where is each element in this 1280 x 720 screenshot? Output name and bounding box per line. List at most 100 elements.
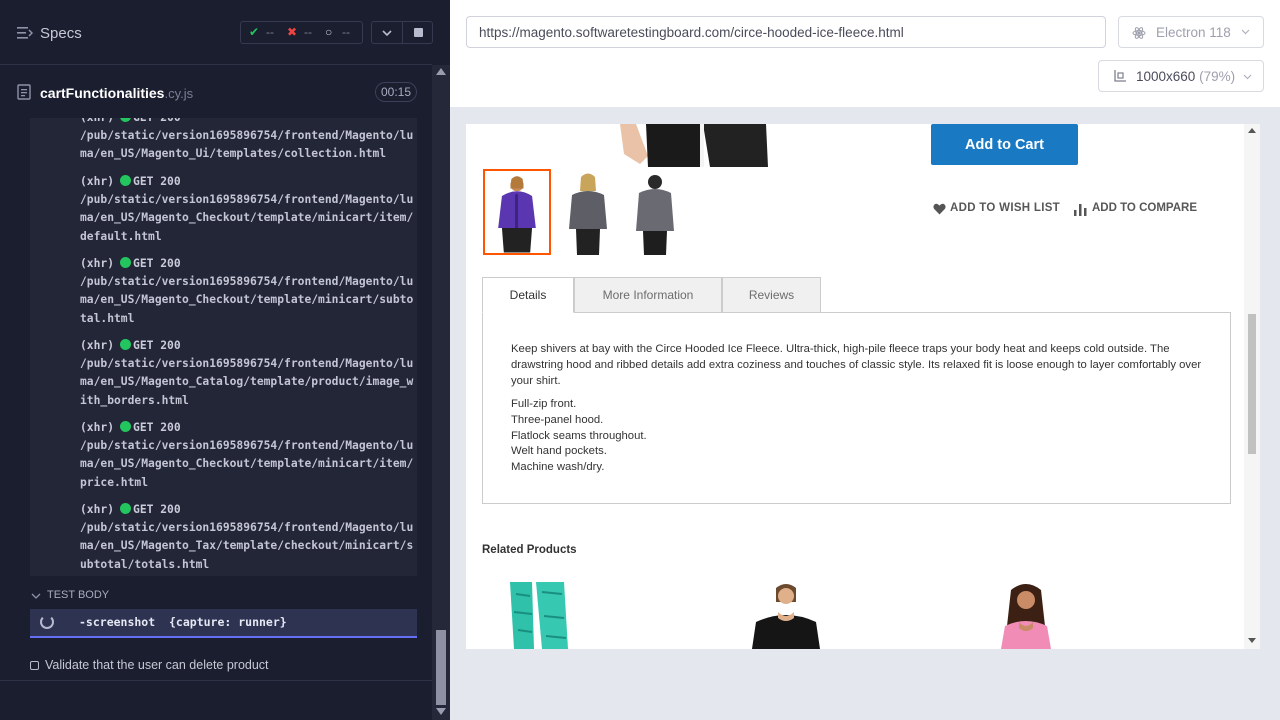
spec-file-row: cartFunctionalities.cy.js 00:15 [0, 66, 432, 118]
tab-reviews[interactable]: Reviews [722, 277, 821, 313]
add-to-cart-button[interactable]: Add to Cart [931, 124, 1078, 165]
feature-item: Three-panel hood. [511, 413, 604, 426]
tab-details[interactable]: Details [482, 277, 574, 313]
viewport-selector[interactable]: 1000x660 (79%) [1098, 60, 1264, 92]
aut-header: https://magento.softwaretestingboard.com… [450, 0, 1280, 107]
scroll-up-icon[interactable] [1248, 128, 1256, 133]
related-product-image[interactable] [506, 582, 576, 649]
log-entry-type: (xhr) [80, 421, 115, 434]
test-stats: ✔ -- ✖ -- ○ -- [240, 21, 363, 44]
log-entry[interactable]: (xhr) GET 200 /pub/static/version16958967… [80, 501, 415, 574]
file-icon [17, 84, 31, 100]
log-entry-method: GET 200 [133, 503, 181, 516]
spinner-icon [40, 615, 54, 629]
electron-icon [1132, 27, 1146, 39]
scroll-down-icon[interactable] [436, 708, 446, 715]
compare-label: ADD TO COMPARE [1092, 202, 1197, 214]
aut-panel: https://magento.softwaretestingboard.com… [450, 0, 1280, 720]
details-tab-panel: Keep shivers at bay with the Circe Hoode… [482, 312, 1231, 504]
pending-count: -- [342, 25, 350, 39]
log-entry-partial[interactable]: (xhr) GET 200 /pub/static/version16958967… [80, 118, 415, 164]
viewport-size: 1000x660 [1136, 69, 1196, 84]
spinner-icon: ○ [325, 25, 333, 39]
status-dot-icon [120, 257, 132, 268]
runner-scrollbar[interactable] [432, 65, 450, 720]
log-entry-path: /pub/static/version1695896754/frontend/M… [80, 275, 414, 325]
related-product-image[interactable] [746, 582, 826, 649]
log-entry-method: GET 200 [133, 257, 181, 270]
scroll-down-icon[interactable] [1248, 638, 1256, 643]
divider [402, 22, 403, 43]
log-entry-type: (xhr) [80, 118, 114, 124]
status-dot-icon [120, 503, 132, 514]
pending-test-icon [30, 661, 39, 670]
spec-file-basename: cartFunctionalities [40, 85, 165, 101]
log-entry-type: (xhr) [80, 339, 115, 352]
log-entry-path: /pub/static/version1695896754/frontend/M… [80, 357, 414, 407]
test-body-label: TEST BODY [47, 589, 110, 601]
feature-item: Flatlock seams throughout. [511, 429, 647, 442]
stop-icon[interactable] [414, 28, 423, 37]
log-entry-path: /pub/static/version1695896754/frontend/M… [80, 193, 414, 243]
check-icon: ✔ [249, 25, 260, 39]
feature-item: Full-zip front. [511, 398, 577, 410]
log-entry-method: GET 200 [133, 118, 181, 124]
product-thumbnail[interactable] [621, 169, 689, 255]
app-under-test-frame[interactable]: Add to Cart ADD TO WISH LIST ADD TO COMP… [466, 124, 1260, 649]
log-entry[interactable]: (xhr) GET 200 /pub/static/version16958967… [80, 173, 415, 246]
log-entry-method: GET 200 [133, 421, 181, 434]
divider [0, 680, 432, 681]
url-bar[interactable]: https://magento.softwaretestingboard.com… [466, 16, 1106, 48]
browser-selector[interactable]: Electron 118 [1118, 16, 1264, 48]
log-entry[interactable]: (xhr) GET 200 /pub/static/version16958967… [80, 337, 415, 410]
product-thumbnail[interactable] [483, 169, 551, 255]
scrollbar-thumb[interactable] [436, 630, 446, 705]
run-controls [371, 21, 433, 44]
specs-title[interactable]: Specs [40, 25, 82, 42]
running-command[interactable]: -screenshot {capture: runner} [30, 609, 417, 638]
test-body-toggle[interactable]: TEST BODY [30, 586, 417, 606]
chevron-down-icon [1243, 74, 1252, 80]
product-description: Keep shivers at bay with the Circe Hoode… [511, 343, 1202, 387]
scroll-up-icon[interactable] [436, 68, 446, 75]
command-log[interactable]: (xhr) GET 200 /pub/static/version16958967… [30, 118, 417, 576]
log-entry-path: /pub/static/version1695896754/frontend/M… [80, 439, 414, 489]
compare-icon [1074, 204, 1087, 216]
spec-file-name: cartFunctionalities.cy.js [40, 85, 193, 101]
chevron-down-icon [1241, 29, 1250, 35]
command-text: -screenshot {capture: runner} [79, 615, 287, 629]
status-dot-icon [120, 339, 132, 350]
x-icon: ✖ [287, 25, 298, 39]
status-dot-icon [120, 421, 132, 432]
scrollbar-thumb[interactable] [1248, 314, 1256, 454]
related-product-picture [746, 582, 826, 649]
product-main-image[interactable] [618, 124, 768, 167]
feature-item: Welt hand pockets. [511, 445, 607, 458]
spec-file-ext: .cy.js [164, 86, 194, 101]
page-scrollbar[interactable] [1244, 124, 1260, 649]
run-timer: 00:15 [375, 82, 417, 102]
log-entry[interactable]: (xhr) GET 200 /pub/static/version16958967… [80, 255, 415, 328]
product-thumbnail[interactable] [554, 169, 622, 255]
tab-more-information[interactable]: More Information [574, 277, 722, 313]
browser-label: Electron 118 [1156, 25, 1231, 40]
log-entry-method: GET 200 [133, 175, 181, 188]
log-entry-type: (xhr) [80, 503, 115, 516]
viewport-icon [1114, 70, 1126, 82]
product-thumbnail-image [485, 171, 549, 253]
related-products-title: Related Products [482, 544, 577, 556]
log-entry-path: /pub/static/version1695896754/frontend/M… [80, 521, 414, 571]
status-dot-icon [120, 118, 132, 122]
log-entry-type: (xhr) [80, 175, 115, 188]
chevron-down-icon[interactable] [381, 27, 393, 39]
log-entry-type: (xhr) [80, 257, 115, 270]
related-product-image[interactable] [991, 582, 1061, 649]
viewport-label: 1000x660 (79%) [1136, 69, 1235, 84]
specs-header: Specs ✔ -- ✖ -- ○ -- [0, 0, 433, 65]
feature-item: Machine wash/dry. [511, 461, 605, 474]
log-entry[interactable]: (xhr) GET 200 /pub/static/version16958967… [80, 419, 415, 492]
chevron-down-icon [31, 593, 41, 599]
specs-icon[interactable] [17, 26, 33, 40]
related-product-picture [991, 582, 1061, 649]
test-item[interactable]: Validate that the user can delete produc… [29, 657, 419, 675]
